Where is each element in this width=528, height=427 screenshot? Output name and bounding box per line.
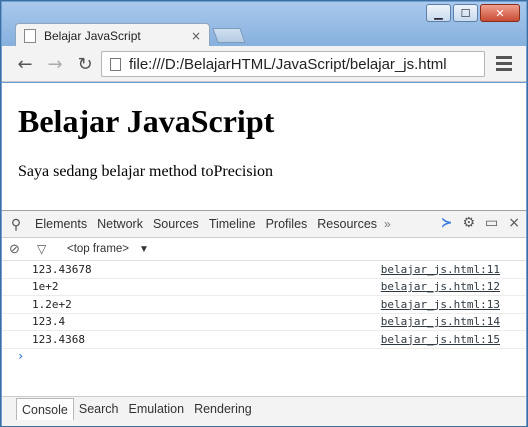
page-heading: Belajar JavaScript [18, 103, 275, 139]
gear-icon[interactable]: ⚙ [462, 215, 475, 231]
url-text[interactable]: file:///D:/BelajarHTML/JavaScript/belaja… [129, 56, 447, 73]
console-prompt[interactable]: › [2, 349, 526, 367]
browser-window: ▁ ☐ ✕ Belajar JavaScript × ← → ↻ file://… [0, 0, 528, 427]
reload-icon[interactable]: ↻ [74, 53, 96, 75]
drawer-tab-search[interactable]: Search [74, 398, 124, 420]
dock-icon[interactable]: ▭ [485, 215, 498, 231]
close-window-button[interactable]: ✕ [480, 4, 520, 22]
devtools-panel: ⚲ Elements Network Sources Timeline Prof… [2, 210, 526, 426]
forward-icon[interactable]: → [44, 53, 66, 75]
maximize-button[interactable]: ☐ [453, 4, 478, 22]
tab-close-icon[interactable]: × [191, 29, 201, 43]
log-message: 123.4368 [32, 332, 85, 346]
tab-title: Belajar JavaScript [44, 28, 141, 43]
log-message: 123.4 [32, 315, 66, 329]
page-icon [24, 28, 36, 43]
devtools-actions: ≻ ⚙ ▭ × [441, 215, 520, 231]
new-tab-button[interactable] [212, 28, 246, 43]
console-log-row: 1e+2 belajar_js.html:12 [2, 279, 526, 296]
console-log-row: 123.4 belajar_js.html:14 [2, 314, 526, 331]
log-source-link[interactable]: belajar_js.html:13 [381, 298, 500, 311]
tab-profiles[interactable]: Profiles [261, 217, 313, 231]
tab-resources[interactable]: Resources [312, 217, 382, 231]
drawer-tab-emulation[interactable]: Emulation [123, 398, 189, 420]
close-devtools-icon[interactable]: × [508, 215, 520, 231]
console-toolbar: ⊘ ▽ <top frame> ▼ [2, 238, 526, 261]
more-tabs-icon[interactable]: » [382, 217, 391, 231]
console-log-row: 123.4368 belajar_js.html:15 [2, 331, 526, 349]
drawer-tab-console[interactable]: Console [16, 398, 74, 420]
inspect-search-icon[interactable]: ⚲ [2, 216, 30, 233]
tab-elements[interactable]: Elements [30, 217, 92, 231]
browser-toolbar: ← → ↻ file:///D:/BelajarHTML/JavaScript/… [2, 46, 526, 82]
filter-icon[interactable]: ▽ [37, 242, 57, 256]
log-source-link[interactable]: belajar_js.html:15 [381, 333, 500, 346]
drawer-tab-rendering[interactable]: Rendering [189, 398, 257, 420]
log-source-link[interactable]: belajar_js.html:11 [381, 263, 500, 276]
page-icon [110, 57, 121, 71]
log-message: 1.2e+2 [32, 297, 72, 311]
back-icon[interactable]: ← [14, 53, 36, 75]
tab-timeline[interactable]: Timeline [204, 217, 261, 231]
log-source-link[interactable]: belajar_js.html:14 [381, 315, 500, 328]
console-log-row: 1.2e+2 belajar_js.html:13 [2, 296, 526, 314]
page-paragraph: Saya sedang belajar method toPrecision [18, 163, 274, 180]
console-log-row: 123.43678 belajar_js.html:11 [2, 261, 526, 279]
show-drawer-icon[interactable]: ≻ [441, 215, 453, 231]
devtools-tab-bar: ⚲ Elements Network Sources Timeline Prof… [2, 211, 526, 238]
tab-sources[interactable]: Sources [148, 217, 204, 231]
browser-tab[interactable]: Belajar JavaScript × [15, 23, 210, 47]
console-log-list: 123.43678 belajar_js.html:11 1e+2 belaja… [2, 261, 526, 367]
prompt-chevron-icon: › [17, 348, 25, 363]
log-message: 1e+2 [32, 280, 59, 294]
frame-selector[interactable]: <top frame> [67, 243, 129, 255]
log-message: 123.43678 [32, 262, 92, 276]
tab-network[interactable]: Network [92, 217, 148, 231]
drawer-tabs: Console Search Emulation Rendering [16, 398, 257, 420]
address-bar[interactable]: file:///D:/BelajarHTML/JavaScript/belaja… [101, 51, 485, 77]
menu-icon[interactable] [494, 54, 514, 74]
chevron-down-icon[interactable]: ▼ [139, 244, 149, 255]
clear-console-icon[interactable]: ⊘ [9, 241, 31, 257]
page-content: Belajar JavaScript Saya sedang belajar m… [2, 83, 526, 210]
window-controls: ▁ ☐ ✕ [426, 4, 520, 22]
minimize-button[interactable]: ▁ [426, 4, 451, 22]
log-source-link[interactable]: belajar_js.html:12 [381, 280, 500, 293]
